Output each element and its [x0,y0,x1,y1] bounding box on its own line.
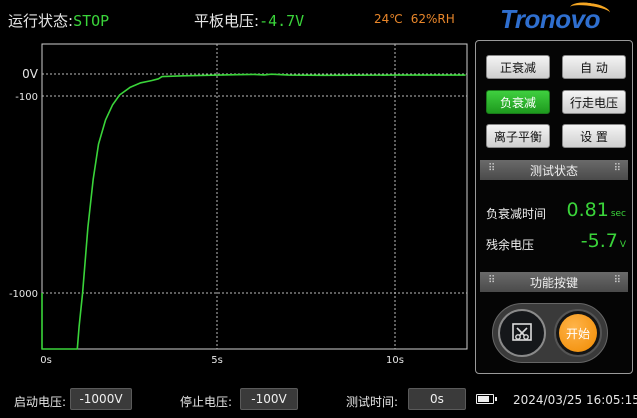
settings-button[interactable]: 设 置 [562,124,626,148]
residual-voltage-label: 残余电压 [486,238,535,252]
stop-voltage-field[interactable]: -100V [240,388,298,410]
run-status-value: STOP [73,12,110,30]
control-panel: 正衰减 自 动 负衰减 行走电压 离子平衡 设 置 ⠿ 测试状态 ⠿ 负衰减时间… [475,40,633,374]
temperature-value: 24℃ [374,12,403,26]
test-status-header: ⠿ 测试状态 ⠿ [480,160,628,180]
decay-time-value: 0.81 [566,199,609,221]
voltage-decay-line [41,73,466,350]
test-status-title: 测试状态 [529,163,578,178]
x-tick-label: 10s [386,355,404,366]
grip-right-icon: ⠿ [613,163,621,174]
function-keys-title: 功能按键 [529,275,578,290]
decay-time-unit: sec [610,209,626,219]
residual-voltage-value: -5.7 [580,230,618,252]
scissors-button[interactable] [498,309,546,357]
function-keys-header: ⠿ 功能按键 ⠿ [480,272,628,292]
decay-time-readout: 0.81 sec [567,199,627,221]
test-time-field[interactable]: 0s [408,388,466,410]
test-time-label: 测试时间: [346,395,399,409]
header-bar: 运行状态:STOP 平板电压:-4.7V 24℃ 62%RH Tronovo [0,0,637,40]
plate-voltage-value: -4.7V [259,12,305,30]
decay-time-label: 负衰减时间 [486,207,547,221]
x-tick-label: 0s [40,355,52,366]
battery-icon [476,394,497,404]
start-button-label: 开始 [559,314,597,352]
y-tick-label: -1000 [9,289,38,300]
residual-voltage-readout: -5.7 V [581,230,626,252]
start-voltage-field[interactable]: -1000V [70,388,132,410]
datetime: 2024/03/25 16:05:15 [513,393,637,407]
decay-chart: 0V -100 -1000 0s 5s 10s [0,40,470,370]
function-key-pill: 开始 [492,303,608,363]
neg-decay-button[interactable]: 负衰减 [486,90,550,114]
stop-voltage-label: 停止电压: [180,395,233,409]
run-status: 运行状态:STOP [8,10,109,31]
auto-button[interactable]: 自 动 [562,55,626,79]
x-tick-label: 5s [211,355,223,366]
run-status-label: 运行状态: [8,12,74,30]
start-voltage-label: 启动电压: [14,395,67,409]
walk-voltage-button[interactable]: 行走电压 [562,90,626,114]
y-tick-label: -100 [15,92,38,103]
grip-right-icon: ⠿ [613,275,621,286]
grip-left-icon: ⠿ [488,275,495,286]
plot-border [41,43,468,350]
scissors-icon [512,323,532,341]
battery-level [478,396,489,402]
residual-voltage-unit: V [619,240,626,250]
start-button[interactable]: 开始 [554,309,602,357]
grip-left-icon: ⠿ [488,163,495,174]
environment-readout: 24℃ 62%RH [374,12,463,26]
plate-voltage: 平板电压:-4.7V [194,10,304,31]
chart-svg: 0V -100 -1000 0s 5s 10s [9,43,468,366]
humidity-value: 62%RH [410,12,455,26]
plate-voltage-label: 平板电压: [194,12,260,30]
footer-bar: 启动电压: -1000V 停止电压: -100V 测试时间: 0s 2024/0… [0,384,637,418]
pos-decay-button[interactable]: 正衰减 [486,55,550,79]
y-tick-label: 0V [22,67,39,81]
ion-balance-button[interactable]: 离子平衡 [486,124,550,148]
